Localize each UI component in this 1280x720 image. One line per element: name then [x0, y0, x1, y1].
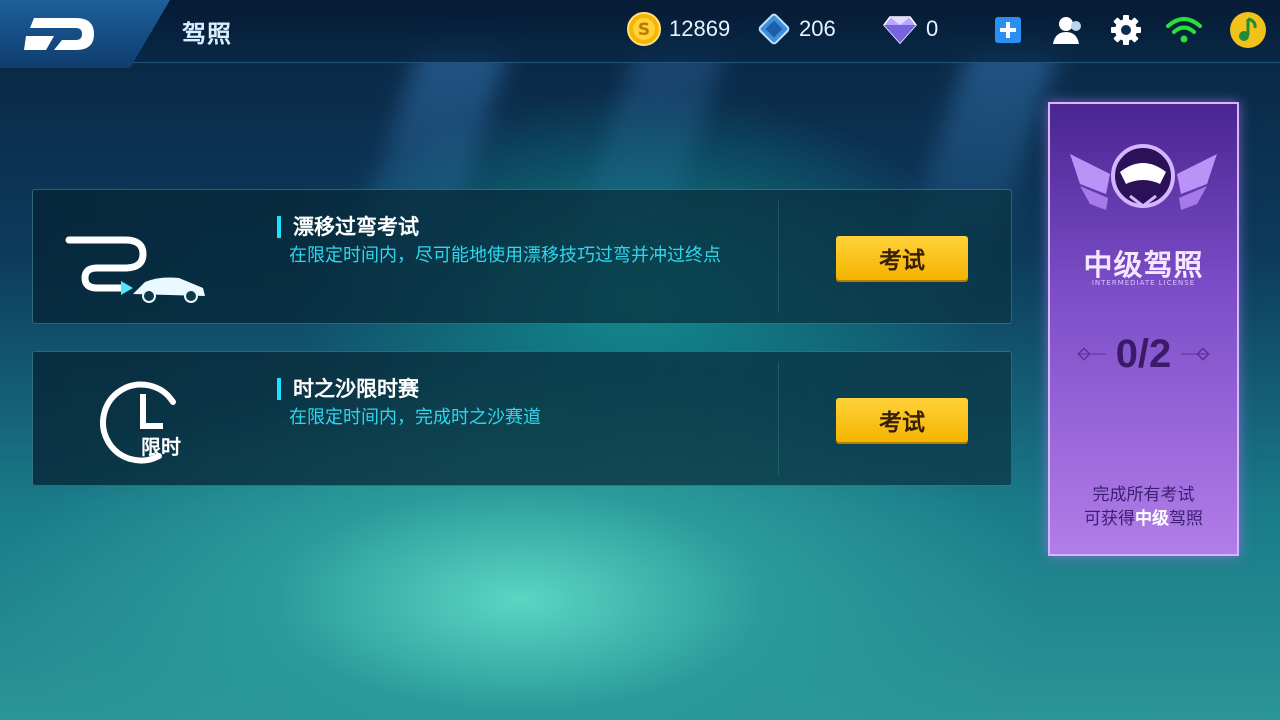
license-name: 中级驾照 [1083, 248, 1204, 282]
svg-text:S: S [638, 20, 650, 40]
test-description: 在限定时间内，尽可能地使用漂移技巧过弯并冲过终点 [289, 245, 721, 266]
reward-suffix: 驾照 [1169, 509, 1203, 529]
diamond-count: 0 [926, 16, 939, 41]
coin-count: 12869 [669, 16, 731, 41]
back-logo-icon [24, 18, 94, 50]
exam-button[interactable]: 考试 [836, 236, 968, 280]
back-button[interactable] [0, 0, 170, 68]
coin-counter: S 12869 [627, 12, 730, 46]
diamond-icon [883, 16, 917, 45]
ticket-counter: 206 [757, 12, 836, 46]
card-divider [778, 362, 779, 475]
top-bar: 驾照 S 12869 206 0 [0, 0, 1280, 68]
license-panel: 中级驾照 INTERMEDIATE LICENSE 0/2 完成所有考试 可获得… [1048, 102, 1239, 556]
time-limit-icon: 限时 [63, 372, 213, 467]
test-card-time-sand: 限时 时之沙限时赛 在限定时间内，完成时之沙赛道 考试 [32, 351, 1012, 486]
reward-highlight: 中级 [1135, 509, 1169, 529]
test-title: 漂移过弯考试 [277, 216, 419, 238]
helmet-emblem-icon [1070, 144, 1217, 210]
exam-button[interactable]: 考试 [836, 398, 968, 442]
music-button[interactable] [1228, 10, 1268, 50]
coin-icon: S [627, 12, 661, 46]
license-reward: 可获得中级驾照 [1050, 504, 1237, 529]
page-title: 驾照 [182, 20, 232, 48]
test-title: 时之沙限时赛 [277, 378, 419, 400]
time-limit-label: 限时 [141, 435, 181, 459]
license-requirement: 完成所有考试 [1092, 485, 1195, 505]
ticket-icon [758, 13, 790, 45]
drift-car-icon [63, 210, 213, 305]
user-icon [1053, 17, 1081, 44]
plus-icon [995, 17, 1021, 43]
diamond-counter: 0 [882, 12, 938, 46]
license-subtitle: INTERMEDIATE LICENSE [1091, 279, 1196, 287]
ticket-count: 206 [799, 16, 836, 41]
card-divider [778, 200, 779, 313]
test-description: 在限定时间内，完成时之沙赛道 [289, 407, 541, 428]
license-progress: 0/2 [1115, 332, 1172, 376]
network-status [1166, 12, 1202, 48]
wifi-icon [1166, 17, 1202, 43]
music-note-icon [1230, 12, 1266, 48]
settings-button[interactable] [1108, 12, 1144, 48]
add-currency-button[interactable] [990, 12, 1026, 48]
gear-icon [1111, 15, 1141, 45]
test-card-drift: 漂移过弯考试 在限定时间内，尽可能地使用漂移技巧过弯并冲过终点 考试 [32, 189, 1012, 324]
reward-prefix: 可获得 [1084, 509, 1135, 529]
friends-button[interactable] [1050, 12, 1086, 48]
